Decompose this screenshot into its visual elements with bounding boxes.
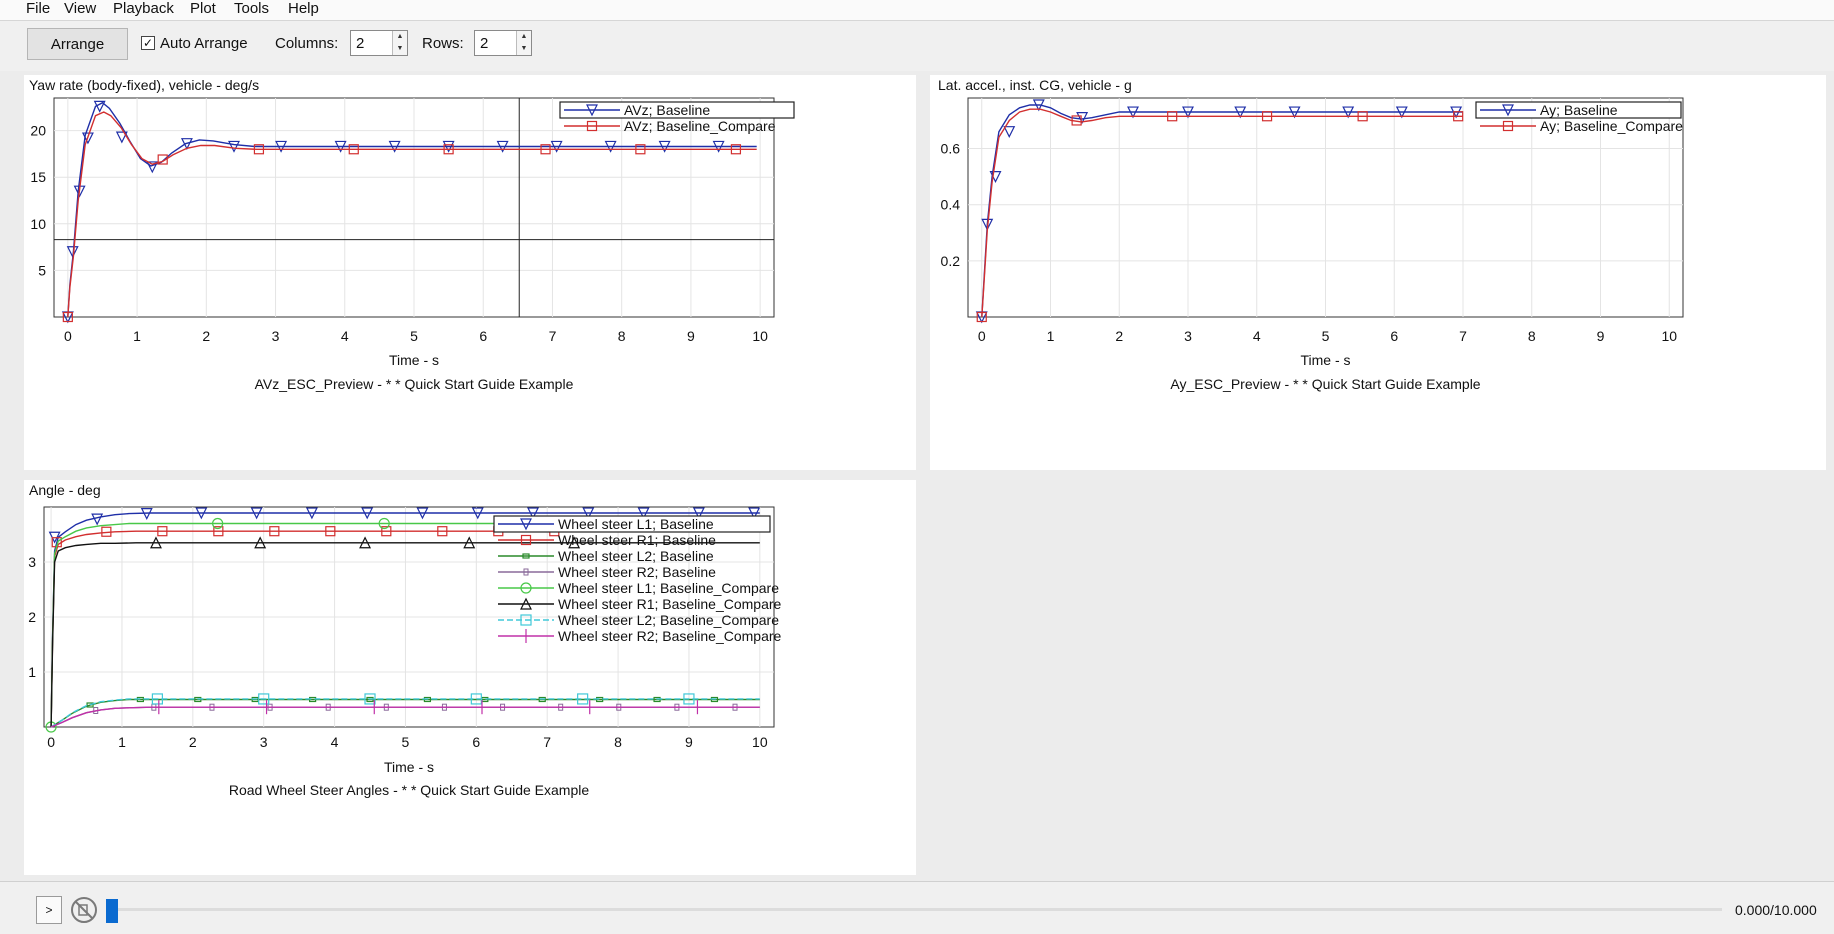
menu-view[interactable]: View	[64, 0, 96, 18]
x-tick-label: 0	[978, 328, 986, 344]
y-tick-label: 15	[30, 169, 46, 185]
columns-spinbox[interactable]: 2 ▲ ▼	[350, 30, 408, 56]
x-tick-label: 6	[472, 734, 480, 750]
x-tick-label: 2	[189, 734, 197, 750]
rows-spin-buttons: ▲ ▼	[516, 31, 531, 55]
x-tick-label: 4	[341, 328, 349, 344]
x-tick-label: 5	[1322, 328, 1330, 344]
legend-label: Wheel steer R2; Baseline_Compare	[558, 628, 782, 644]
columns-up-arrow-icon[interactable]: ▲	[393, 31, 407, 43]
columns-value[interactable]: 2	[356, 35, 364, 52]
columns-spin-buttons: ▲ ▼	[392, 31, 407, 55]
y-tick-label: 0.2	[941, 253, 961, 269]
menu-bar: File View Playback Plot Tools Help	[0, 0, 1834, 21]
x-tick-label: 4	[1253, 328, 1261, 344]
menu-file[interactable]: File	[26, 0, 50, 18]
x-tick-label: 10	[752, 328, 768, 344]
legend-label: Wheel steer R2; Baseline	[558, 564, 716, 580]
x-tick-label: 0	[64, 328, 72, 344]
y-tick-label: 3	[28, 554, 36, 570]
x-tick-label: 4	[331, 734, 339, 750]
playback-slider-track[interactable]	[112, 908, 1722, 911]
play-button[interactable]: >	[36, 896, 62, 924]
x-tick-label: 9	[685, 734, 693, 750]
x-tick-label: 8	[1528, 328, 1536, 344]
x-tick-label: 0	[47, 734, 55, 750]
columns-label: Columns:	[275, 35, 339, 52]
y-tick-label: 2	[28, 609, 36, 625]
legend-label: Wheel steer R1; Baseline_Compare	[558, 596, 782, 612]
y-tick-label: 5	[38, 262, 46, 278]
x-tick-label: 5	[402, 734, 410, 750]
x-tick-label: 10	[1661, 328, 1677, 344]
toolbar: Arrange ✓ Auto Arrange Columns: 2 ▲ ▼ Ro…	[0, 21, 1834, 71]
legend-label: Wheel steer L1; Baseline_Compare	[558, 580, 779, 596]
x-tick-label: 2	[1115, 328, 1123, 344]
y-tick-label: 0.6	[941, 141, 961, 157]
x-tick-label: 1	[1047, 328, 1055, 344]
legend-label: Ay; Baseline_Compare	[1540, 118, 1683, 134]
x-tick-label: 7	[543, 734, 551, 750]
legend-label: Wheel steer L1; Baseline	[558, 516, 714, 532]
menu-tools[interactable]: Tools	[234, 0, 269, 18]
x-tick-label: 7	[1459, 328, 1467, 344]
chart-caption: Ay_ESC_Preview - * * Quick Start Guide E…	[1170, 376, 1480, 392]
x-tick-label: 3	[1184, 328, 1192, 344]
yaw-rate-chart[interactable]: Yaw rate (body-fixed), vehicle - deg/s 0 1…	[24, 75, 916, 470]
x-tick-label: 8	[618, 328, 626, 344]
x-tick-label: 5	[410, 328, 418, 344]
x-tick-label: 8	[614, 734, 622, 750]
legend-label: AVz; Baseline	[624, 102, 710, 118]
legend-label: Wheel steer L2; Baseline	[558, 548, 714, 564]
columns-down-arrow-icon[interactable]: ▼	[393, 43, 407, 55]
x-tick-label: 2	[202, 328, 210, 344]
x-tick-label: 6	[479, 328, 487, 344]
legend-label: Wheel steer R1; Baseline	[558, 532, 716, 548]
x-tick-label: 9	[1597, 328, 1605, 344]
x-tick-label: 3	[260, 734, 268, 750]
loop-off-icon[interactable]	[70, 896, 100, 926]
x-tick-label: 6	[1390, 328, 1398, 344]
auto-arrange-label[interactable]: Auto Arrange	[160, 36, 248, 52]
x-tick-label: 1	[118, 734, 126, 750]
y-tick-label: 1	[28, 664, 36, 680]
legend-label: Wheel steer L2; Baseline_Compare	[558, 612, 779, 628]
y-tick-label: 0.4	[941, 197, 961, 213]
y-axis-label: Angle - deg	[29, 482, 101, 498]
rows-label: Rows:	[422, 35, 464, 52]
time-readout: 0.000/10.000	[1735, 902, 1817, 918]
arrange-button[interactable]: Arrange	[27, 28, 128, 60]
menu-plot[interactable]: Plot	[190, 0, 216, 18]
x-tick-label: 3	[272, 328, 280, 344]
legend-label: AVz; Baseline_Compare	[624, 118, 776, 134]
plot-panel-lat-accel[interactable]: Lat. accel., inst. CG, vehicle - g 0 1 2 3 4 5…	[930, 75, 1826, 470]
y-axis-label: Lat. accel., inst. CG, vehicle - g	[938, 77, 1132, 93]
y-tick-label: 10	[30, 216, 46, 232]
rows-down-arrow-icon[interactable]: ▼	[517, 43, 531, 55]
rows-value[interactable]: 2	[480, 35, 488, 52]
y-axis-label: Yaw rate (body-fixed), vehicle - deg/s	[29, 77, 259, 93]
plot-panel-yaw-rate[interactable]: Yaw rate (body-fixed), vehicle - deg/s 0 1…	[24, 75, 916, 470]
y-tick-label: 20	[30, 123, 46, 139]
menu-help[interactable]: Help	[288, 0, 319, 18]
rows-up-arrow-icon[interactable]: ▲	[517, 31, 531, 43]
playback-bar: > 0.000/10.000	[0, 881, 1834, 934]
x-tick-label: 9	[687, 328, 695, 344]
menu-playback[interactable]: Playback	[113, 0, 174, 18]
x-tick-label: 1	[133, 328, 141, 344]
auto-arrange-checkbox[interactable]: ✓	[141, 36, 155, 50]
x-axis-label: Time - s	[384, 759, 434, 775]
chart-caption: Road Wheel Steer Angles - * * Quick Star…	[229, 782, 589, 798]
x-tick-label: 7	[549, 328, 557, 344]
rows-spinbox[interactable]: 2 ▲ ▼	[474, 30, 532, 56]
steer-angles-chart[interactable]: Angle - deg 0 1 2 3 4 5 6 7 8 9 10 1 2 3 Time - s Road W…	[24, 480, 916, 875]
legend-label: Ay; Baseline	[1540, 102, 1618, 118]
chart-caption: AVz_ESC_Preview - * * Quick Start Guide …	[255, 376, 574, 392]
x-axis-label: Time - s	[1300, 352, 1350, 368]
plot-panel-steer-angles[interactable]: Angle - deg 0 1 2 3 4 5 6 7 8 9 10 1 2 3 Time - s Road W…	[24, 480, 916, 875]
x-tick-label: 10	[752, 734, 768, 750]
playback-slider-handle[interactable]	[106, 899, 118, 923]
lat-accel-chart[interactable]: Lat. accel., inst. CG, vehicle - g 0 1 2 3 4 5…	[930, 75, 1826, 470]
x-axis-label: Time - s	[389, 352, 439, 368]
